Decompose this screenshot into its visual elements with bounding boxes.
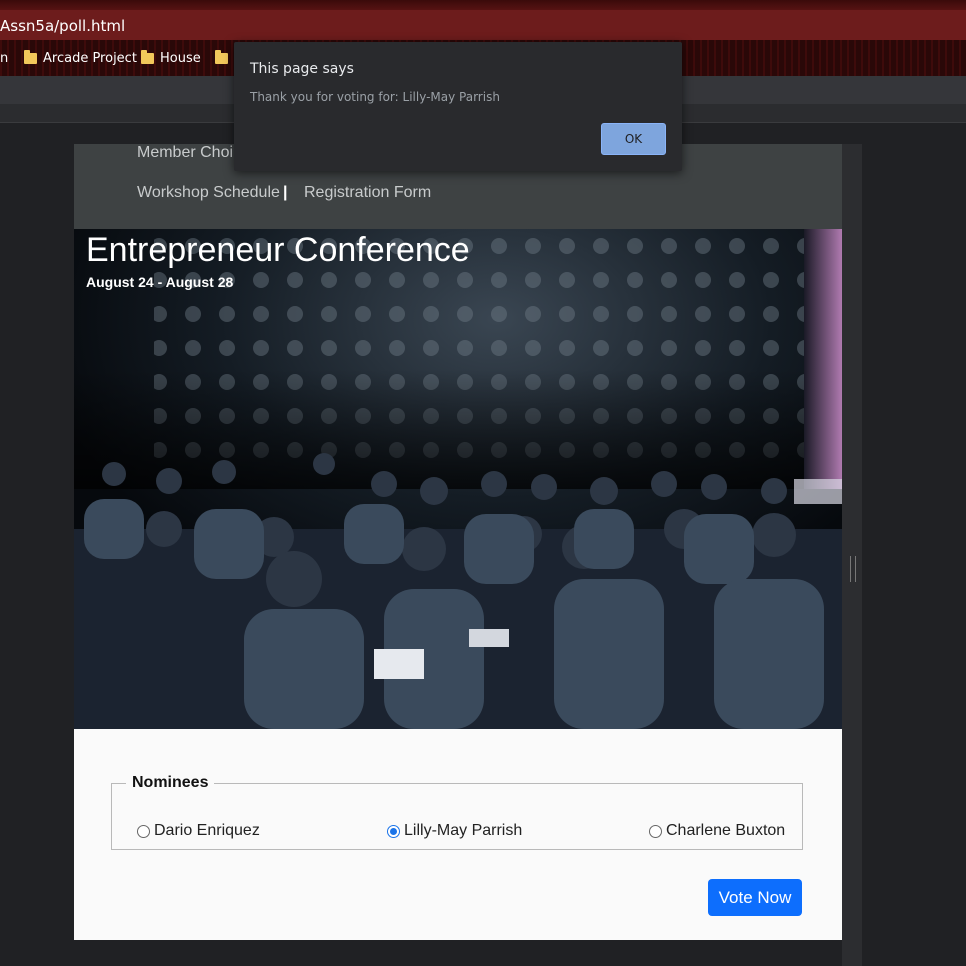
nominee-label: Lilly-May Parrish [404,822,523,839]
poll-form: Nominees Dario Enriquez Lilly-May Parris… [74,729,842,940]
conference-title: Entrepreneur Conference [86,231,470,269]
address-bar[interactable] [0,10,966,40]
nominees-legend: Nominees [132,774,209,791]
radio-dario[interactable] [137,824,150,838]
nominee-option-charlene[interactable]: Charlene Buxton [649,822,785,840]
nav-link-member-choice[interactable]: Member Choi [137,144,233,162]
radio-charlene[interactable] [649,824,662,838]
bookmark-arcade-project[interactable]: Arcade Project [24,49,137,66]
conference-dates: August 24 - August 28 [86,274,234,290]
nominee-label: Dario Enriquez [154,822,260,839]
nav-separator: | [283,184,288,201]
nominees-fieldset: Nominees Dario Enriquez Lilly-May Parris… [111,774,803,850]
hero-photo [74,229,842,729]
bookmark-folder[interactable] [215,49,228,66]
bookmark-label: Arcade Project [43,50,137,66]
nominee-option-dario[interactable]: Dario Enriquez [137,822,260,840]
url-text[interactable]: Assn5a/poll.html [0,17,125,35]
resize-handle[interactable] [850,556,856,582]
ok-button[interactable]: OK [601,123,666,155]
folder-icon [24,49,37,64]
folder-icon [141,49,154,64]
hero-banner: Entrepreneur Conference August 24 - Augu… [74,229,842,729]
dialog-message: Thank you for voting for: Lilly-May Parr… [250,90,500,104]
poll-page: Member Choi Workshop Schedule | Registra… [74,144,842,940]
radio-lilly-may[interactable] [387,824,400,838]
side-panel [842,144,862,966]
bookmark-label: House [160,50,201,66]
dialog-title: This page says [250,61,354,77]
bookmark-house[interactable]: House [141,49,201,66]
nav-link-registration-form[interactable]: Registration Form [304,184,431,202]
bookmark-item[interactable]: n [0,50,8,66]
nominee-label: Charlene Buxton [666,822,786,839]
nominee-option-lilly-may[interactable]: Lilly-May Parrish [387,822,522,840]
address-bar-area: Assn5a/poll.html [0,0,966,40]
alert-dialog: This page says Thank you for voting for:… [234,42,682,171]
bookmark-label: n [0,50,9,66]
nav-link-workshop-schedule[interactable]: Workshop Schedule [137,184,280,202]
vote-now-button[interactable]: Vote Now [708,879,802,916]
folder-icon [215,49,228,64]
